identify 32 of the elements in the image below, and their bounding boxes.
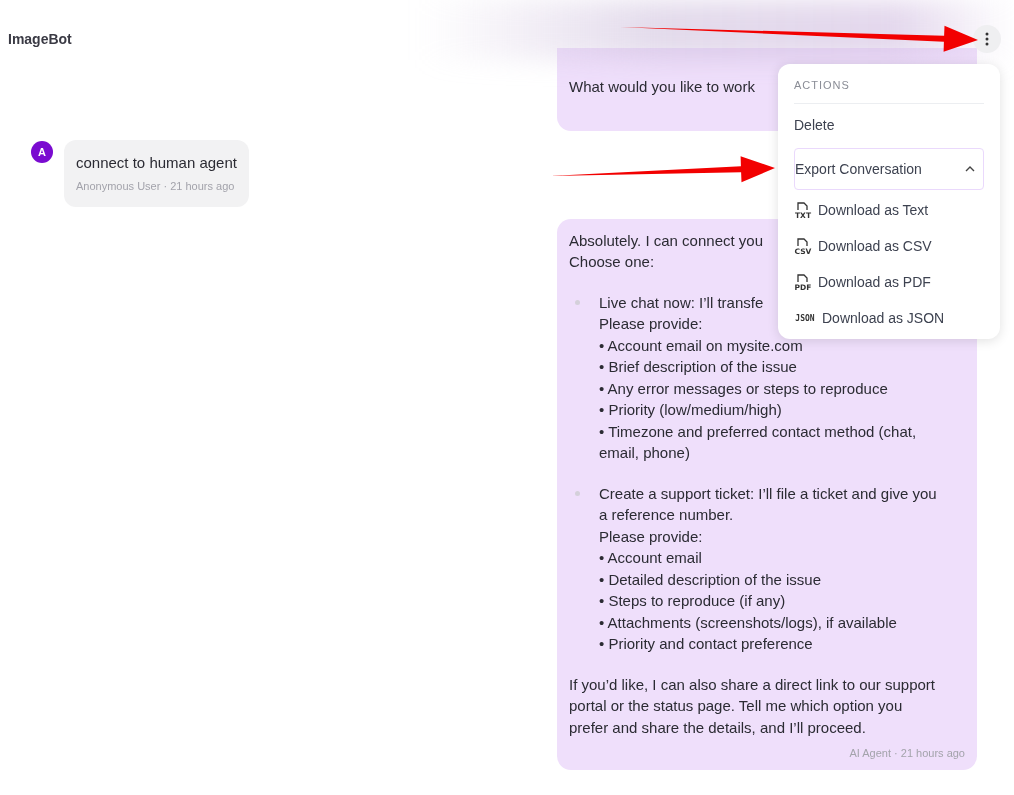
- menu-item[interactable]: Export Conversation: [794, 148, 984, 190]
- menu-heading: ACTIONS: [794, 78, 851, 92]
- list-item: • Priority (low/medium/high): [599, 400, 782, 420]
- chevron-up-icon: [965, 166, 975, 172]
- prompt-text: Please provide:: [599, 314, 703, 334]
- message-meta: AI Agent · 21 hours ago: [848, 746, 965, 760]
- list-item: • Brief description of the issue: [599, 357, 797, 377]
- menu-item[interactable]: JSON Download as JSON: [794, 300, 984, 336]
- list-item: • Account email: [599, 548, 702, 568]
- bullet-icon: [575, 490, 580, 496]
- list-item: • Steps to reproduce (if any): [599, 591, 786, 611]
- message-text: What would you like to work: [569, 77, 755, 97]
- option-text: Live chat now: I’ll transfe: [599, 292, 764, 313]
- bullet-icon: [575, 299, 580, 305]
- list-item: • Timezone and preferred contact method (chat, email, phone): [599, 421, 917, 463]
- message-text: If you’d like, I can also share a direct link to our support portal or the status page. Tell me which option you prefer and share the details, and I’ll proceed.: [569, 674, 936, 738]
- app-title: ImageBot: [8, 31, 72, 47]
- more-options-button[interactable]: [973, 25, 1001, 53]
- option-text: Create a support ticket: I’ll file a ticket and give you a reference number.: [599, 483, 937, 525]
- message-text: connect to human agent: [76, 152, 237, 173]
- list-item: • Priority and contact preference: [599, 634, 813, 654]
- list-item: • Attachments (screenshots/logs), if available: [599, 612, 897, 633]
- list-item: • Any error messages or steps to reproduce: [599, 378, 888, 399]
- json-icon: JSON: [794, 313, 816, 323]
- prompt-text: Please provide:: [599, 526, 703, 547]
- message-text: Absolutely. I can connect you Choose one:: [569, 230, 763, 272]
- list-item: • Account email on mysite.com: [599, 335, 803, 356]
- menu-item[interactable]: Delete: [794, 116, 984, 134]
- message-meta: Anonymous User · 21 hours ago: [76, 178, 236, 193]
- avatar: A: [31, 140, 53, 163]
- list-item: • Detailed description of the issue: [599, 569, 822, 590]
- kebab-icon: [985, 32, 989, 46]
